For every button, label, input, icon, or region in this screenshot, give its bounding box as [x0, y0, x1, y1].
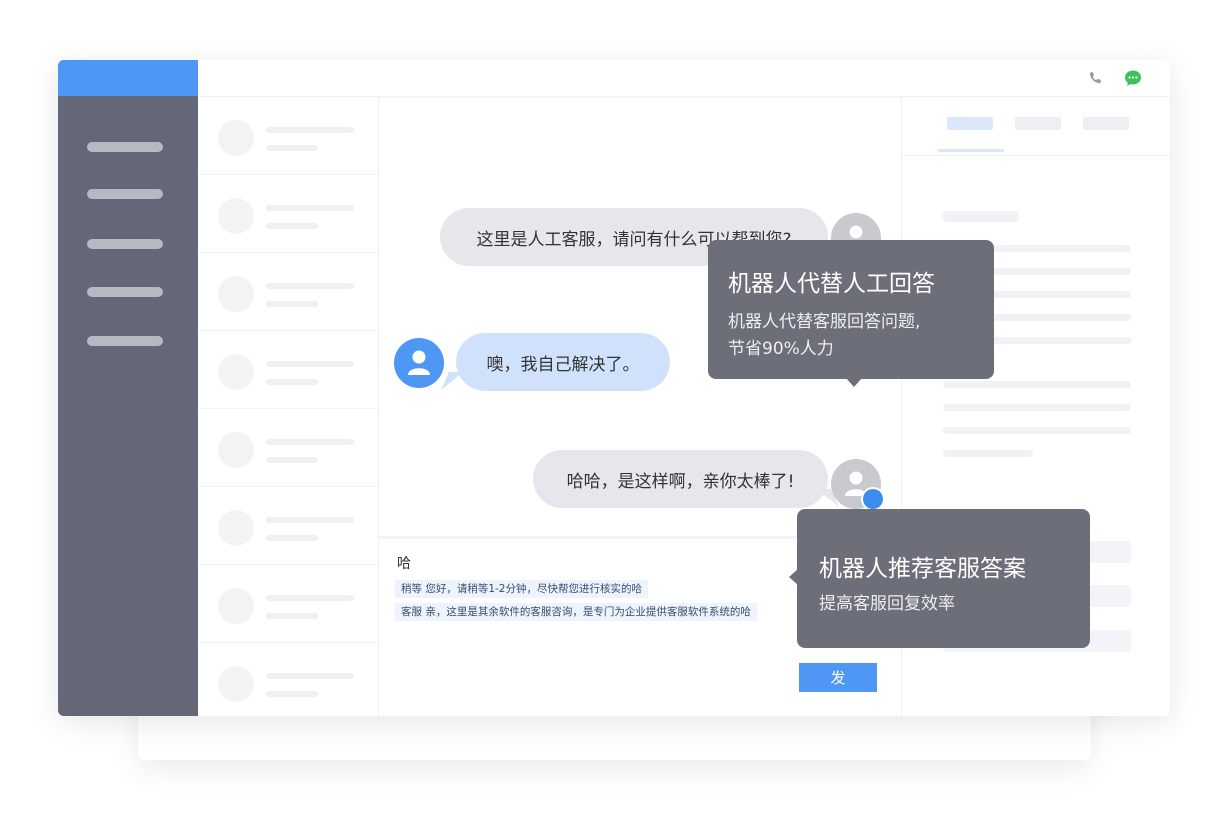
text-placeholder [266, 673, 354, 679]
tooltip-title: 机器人推荐客服答案 [819, 556, 1026, 582]
text-placeholder [266, 223, 318, 229]
tooltip-text: 机器人代替客服回答问题, [728, 312, 921, 332]
text-placeholder [266, 517, 354, 523]
conversation-item[interactable] [198, 97, 378, 175]
message-bubble-customer: 噢，我自己解决了。 [456, 333, 670, 391]
tab-underline [938, 149, 1004, 152]
avatar-placeholder [218, 276, 254, 312]
text-placeholder [266, 439, 354, 445]
text-placeholder [943, 211, 1019, 222]
sidebar-item[interactable] [87, 336, 163, 346]
tooltip-arrow [789, 569, 798, 585]
tab[interactable] [1083, 117, 1129, 130]
text-placeholder [266, 691, 318, 697]
avatar-placeholder [218, 432, 254, 468]
divider [902, 155, 1170, 156]
text-placeholder [266, 457, 318, 463]
avatar-placeholder [218, 666, 254, 702]
text-placeholder [943, 450, 1033, 457]
text-placeholder [266, 379, 318, 385]
typed-input-text[interactable]: 哈 [397, 553, 411, 573]
tab[interactable] [1015, 117, 1061, 130]
text-placeholder [266, 127, 354, 133]
sidebar-item[interactable] [87, 239, 163, 249]
text-placeholder [943, 381, 1131, 388]
top-bar [198, 60, 1170, 97]
conversation-list [198, 97, 379, 716]
text-placeholder [943, 404, 1131, 411]
avatar-placeholder [218, 198, 254, 234]
avatar-placeholder [218, 510, 254, 546]
avatar-placeholder [218, 354, 254, 390]
customer-avatar [394, 338, 444, 388]
robot-avatar [831, 459, 892, 513]
text-placeholder [266, 595, 354, 601]
tooltip-arrow [846, 378, 862, 387]
text-placeholder [266, 145, 318, 151]
text-placeholder [266, 301, 318, 307]
message-text: 噢，我自己解决了。 [486, 354, 640, 375]
sidebar-item[interactable] [87, 287, 163, 297]
conversation-item[interactable] [198, 643, 378, 716]
message-bubble-robot: 哈哈，是这样啊，亲你太棒了! [533, 450, 828, 508]
conversation-item[interactable] [198, 565, 378, 643]
tooltip-robot-recommend: 机器人推荐客服答案 提高客服回复效率 [789, 509, 1090, 648]
text-placeholder [266, 613, 318, 619]
send-button[interactable]: 发 [799, 663, 877, 692]
sidebar-item[interactable] [87, 142, 163, 152]
text-placeholder [266, 205, 354, 211]
text-placeholder [266, 283, 354, 289]
phone-icon[interactable] [1087, 69, 1105, 87]
text-placeholder [266, 535, 318, 541]
user-icon [408, 350, 430, 375]
tooltip-robot-replace: 机器人代替人工回答 机器人代替客服回答问题, 节省90%人力 [708, 240, 994, 387]
robot-badge-icon [863, 489, 892, 513]
tab-active[interactable] [947, 117, 993, 130]
conversation-item[interactable] [198, 175, 378, 253]
conversation-item[interactable] [198, 253, 378, 331]
tooltip-title: 机器人代替人工回答 [728, 271, 935, 297]
robot-badge [861, 487, 892, 513]
sidebar-item[interactable] [87, 189, 163, 199]
message-text: 哈哈，是这样啊，亲你太棒了! [566, 471, 795, 492]
avatar-placeholder [218, 120, 254, 156]
text-placeholder [266, 361, 354, 367]
tooltip-text: 节省90%人力 [728, 339, 834, 359]
suggestion-item[interactable]: 稍等 您好，请稍等1-2分钟，尽快帮您进行核实的哈 [395, 580, 648, 598]
conversation-item[interactable] [198, 409, 378, 487]
conversation-item[interactable] [198, 331, 378, 409]
tooltip-text: 提高客服回复效率 [819, 594, 955, 614]
conversation-item[interactable] [198, 487, 378, 565]
sidebar [58, 60, 198, 716]
suggestion-item[interactable]: 客服 亲，这里是其余软件的客服咨询，是专门为企业提供客服软件系统的哈 [395, 603, 757, 621]
avatar-placeholder [218, 588, 254, 624]
chat-bubble-icon[interactable] [1124, 69, 1142, 87]
sidebar-header [58, 60, 198, 96]
text-placeholder [943, 427, 1131, 434]
